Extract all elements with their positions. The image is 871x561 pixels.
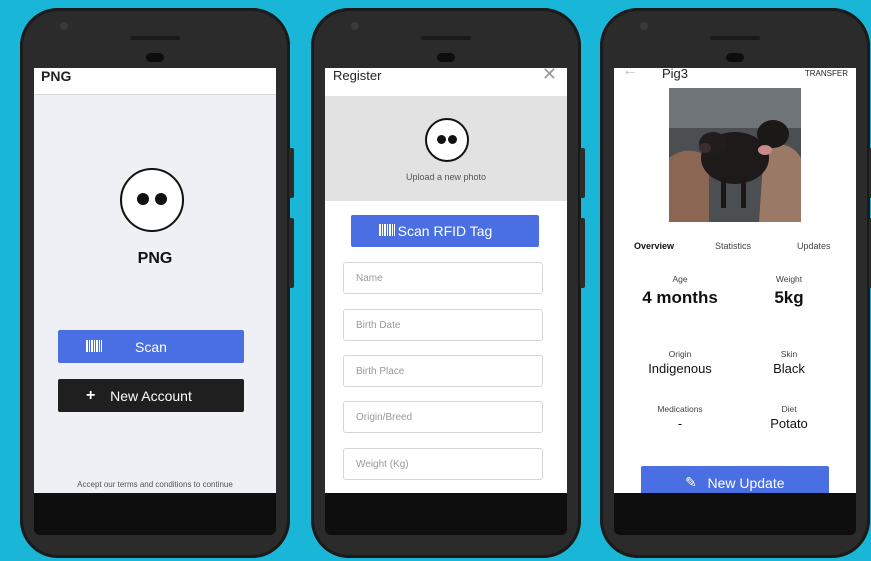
app-name: PNG [137, 250, 173, 267]
photo-placeholder-icon [425, 118, 469, 162]
diet-label: Diet [781, 404, 797, 414]
scan-rfid-label: Scan RFID Tag [397, 223, 493, 239]
transfer-button[interactable]: TRANSFER [805, 69, 848, 78]
tab-updates[interactable]: Updates [797, 241, 831, 251]
register-header: Register ✕ [325, 68, 567, 96]
skin-label: Skin [780, 349, 798, 359]
weight-field[interactable]: Weight (Kg) [343, 448, 543, 480]
phone-frame-2: Register ✕ Upload a new photo Scan RFID … [311, 8, 585, 558]
origin-breed-field[interactable]: Origin/Breed [343, 401, 543, 433]
camera-dot [60, 22, 68, 30]
tab-overview[interactable]: Overview [634, 241, 674, 251]
logo-dot [137, 193, 149, 205]
origin-breed-placeholder: Origin/Breed [356, 411, 413, 423]
barcode-icon [379, 223, 395, 239]
pig-name-title: Pig3 [662, 68, 689, 81]
age-value: 4 months [642, 288, 718, 307]
origin-value: Indigenous [648, 361, 712, 376]
detail-tabs: Overview Statistics Updates [614, 241, 856, 257]
phone-frame-1: PNG PNG Scan + New Account Accept our te… [20, 8, 294, 558]
edit-icon: ✎ [685, 474, 697, 490]
camera-dot [351, 22, 359, 30]
name-placeholder: Name [356, 272, 383, 284]
pig-detail-screen: ← Pig3 TRANSFER Overview Statistics Upda… [614, 68, 856, 493]
side-button [289, 148, 294, 198]
side-button [580, 148, 585, 198]
origin-label: Origin [668, 349, 692, 359]
scan-label: Scan [135, 338, 167, 355]
register-title: Register [333, 68, 382, 83]
new-account-label: New Account [110, 387, 192, 404]
side-button [289, 218, 294, 288]
camera-dot [640, 22, 648, 30]
tab-statistics[interactable]: Statistics [715, 241, 751, 251]
new-update-button[interactable]: ✎ New Update [641, 466, 829, 493]
back-arrow-icon[interactable]: ← [622, 68, 638, 80]
skin-value: Black [773, 361, 805, 376]
close-icon[interactable]: ✕ [542, 68, 557, 85]
app-logo-icon [120, 168, 184, 232]
age-label: Age [672, 274, 688, 284]
earpiece [437, 53, 455, 62]
speaker-grille [421, 36, 471, 40]
birth-date-placeholder: Birth Date [356, 319, 401, 331]
phone-frame-3: ← Pig3 TRANSFER Overview Statistics Upda… [600, 8, 871, 558]
new-account-button[interactable]: + New Account [58, 379, 244, 412]
speaker-grille [710, 36, 760, 40]
scan-rfid-button[interactable]: Scan RFID Tag [351, 215, 539, 247]
terms-link[interactable]: Accept our terms and conditions to conti… [34, 480, 276, 489]
medications-label: Medications [657, 404, 703, 414]
medications-value: - [677, 416, 683, 431]
weight-value: 5kg [774, 288, 804, 307]
scan-button[interactable]: Scan [58, 330, 244, 363]
speaker-grille [130, 36, 180, 40]
phone-chin [614, 493, 856, 535]
logo-dot [437, 135, 446, 144]
header-title: PNG [41, 68, 72, 84]
side-button [580, 218, 585, 288]
logo-dot [448, 135, 457, 144]
weight-label: Weight [775, 274, 803, 284]
birth-place-field[interactable]: Birth Place [343, 355, 543, 387]
phone-chin [34, 493, 276, 535]
birth-date-field[interactable]: Birth Date [343, 309, 543, 341]
birth-place-placeholder: Birth Place [356, 365, 405, 377]
plus-icon: + [86, 386, 96, 404]
barcode-icon [86, 339, 102, 355]
diet-value: Potato [770, 416, 808, 431]
new-update-label: New Update [707, 474, 785, 491]
weight-placeholder: Weight (Kg) [356, 458, 409, 470]
logo-dot [155, 193, 167, 205]
login-screen: PNG PNG Scan + New Account Accept our te… [34, 68, 276, 493]
earpiece [146, 53, 164, 62]
app-header: PNG [34, 68, 276, 95]
photo-upload-area[interactable] [325, 96, 567, 201]
detail-header: ← Pig3 TRANSFER [614, 68, 856, 86]
phone-chin [325, 493, 567, 535]
upload-photo-text: Upload a new photo [405, 172, 487, 182]
pig-photo [669, 88, 801, 222]
earpiece [726, 53, 744, 62]
name-field[interactable]: Name [343, 262, 543, 294]
register-screen: Register ✕ Upload a new photo Scan RFID … [325, 68, 567, 493]
